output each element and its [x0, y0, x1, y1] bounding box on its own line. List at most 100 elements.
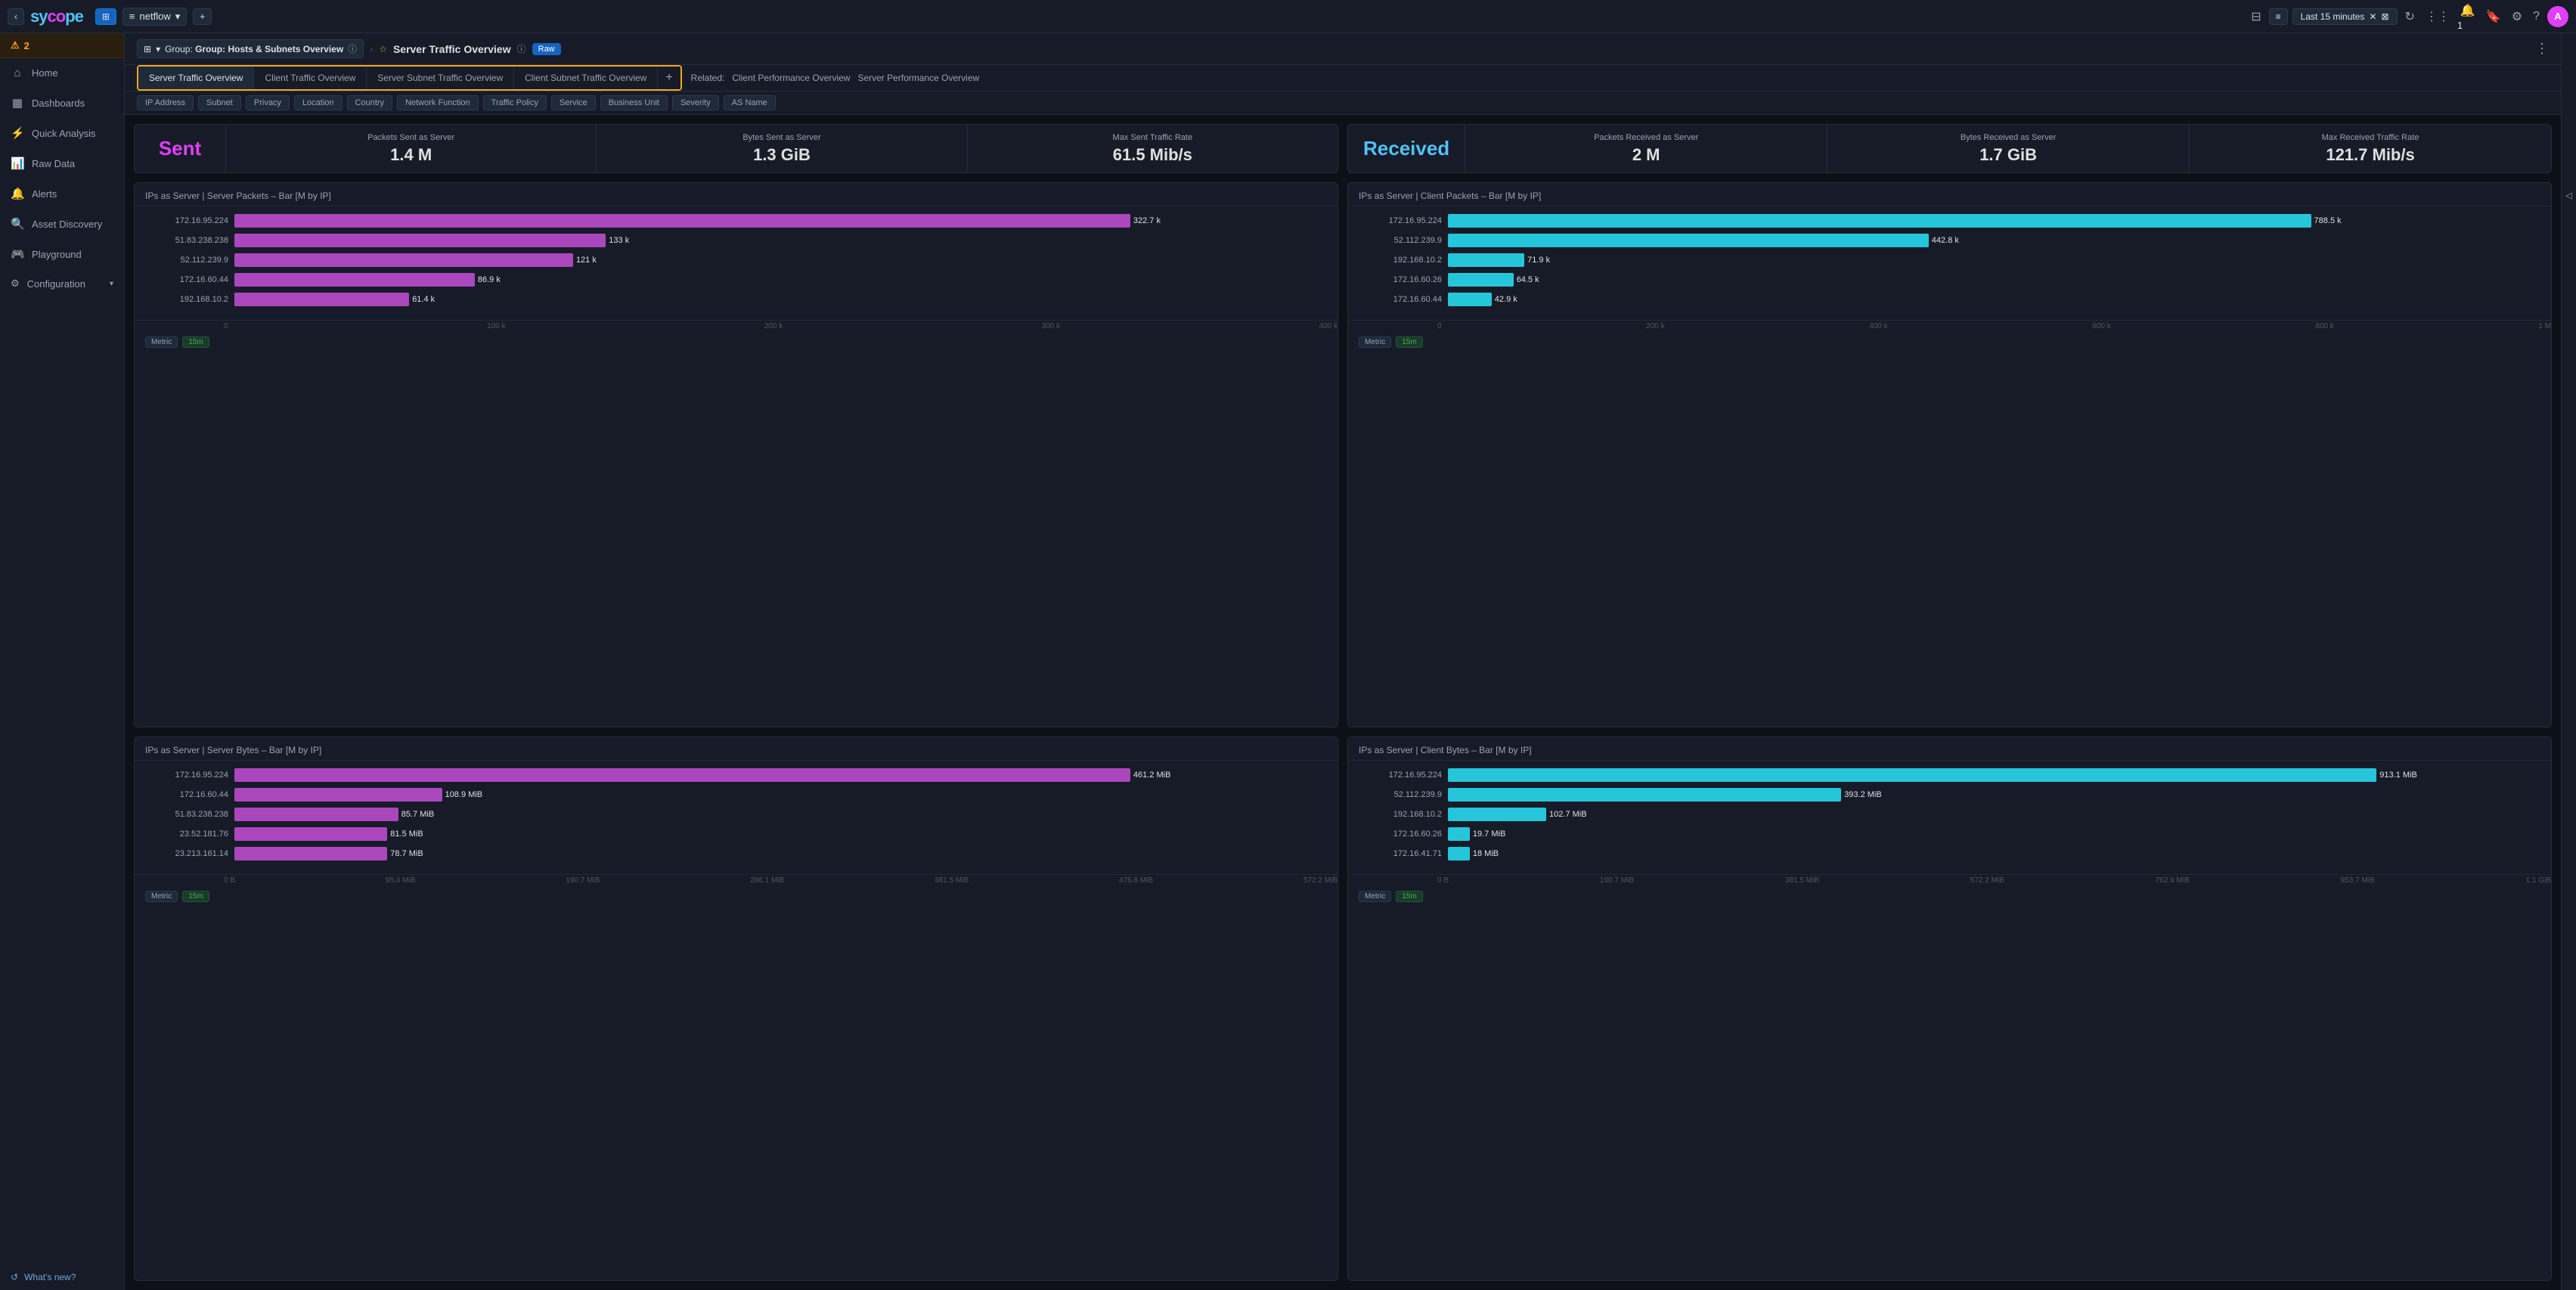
sidebar: ⚠ 2 ⌂ Home ▦ Dashboards ⚡ Quick Analysis… — [0, 33, 125, 1290]
tabs-row: Server Traffic Overview Client Traffic O… — [125, 65, 2561, 91]
related-client-perf[interactable]: Client Performance Overview — [732, 73, 850, 83]
server-bytes-title: IPs as Server | Server Bytes – Bar [M by… — [135, 737, 1338, 761]
chevron-icon: ▾ — [156, 44, 160, 54]
bar-row: 172.16.95.224788.5 k — [1359, 214, 2540, 228]
sidebar-item-home[interactable]: ⌂ Home — [0, 58, 124, 88]
axis-tick: 1 M — [2538, 322, 2551, 330]
bar-value-label: 85.7 MiB — [401, 810, 434, 819]
client-packets-panel: IPs as Server | Client Packets – Bar [M … — [1347, 182, 2552, 727]
bar-row: 172.16.95.224461.2 MiB — [145, 768, 1327, 782]
home-icon: ⌂ — [11, 67, 24, 79]
tab-client-subnet[interactable]: Client Subnet Traffic Overview — [514, 67, 658, 89]
server-packets-body: 172.16.95.224322.7 k51.83.238.238133 k52… — [135, 206, 1338, 317]
sidebar-item-playground[interactable]: 🎮 Playground — [0, 239, 124, 269]
axis-tick: 200 k — [764, 322, 783, 330]
bar-value-label: 19.7 MiB — [1473, 830, 1505, 839]
whats-new-button[interactable]: ↺ What's new? — [0, 1264, 124, 1290]
bar-fill: 71.9 k — [1448, 253, 1524, 267]
apps-button[interactable]: ⋮⋮ — [2423, 8, 2453, 26]
bar-value-label: 121 k — [576, 256, 597, 265]
filter-button[interactable]: ⊟ — [2248, 8, 2264, 26]
dashboard-icon: ⊞ — [102, 11, 110, 22]
bar-fill: 133 k — [234, 234, 606, 247]
filter-privacy[interactable]: Privacy — [246, 95, 290, 110]
time-filter[interactable]: Last 15 minutes ✕ ⊠ — [2292, 8, 2398, 25]
bar-row: 172.16.95.224322.7 k — [145, 214, 1327, 228]
filter-network-function[interactable]: Network Function — [397, 95, 479, 110]
bar-ip-label: 172.16.95.224 — [1359, 771, 1442, 780]
datasource-button[interactable]: ≡ — [2269, 8, 2288, 25]
filter-severity[interactable]: Severity — [672, 95, 719, 110]
bar-value-label: 102.7 MiB — [1549, 810, 1587, 819]
content-area: ⊞ ▾ Group: Group: Hosts & Subnets Overvi… — [125, 33, 2561, 1290]
server-bytes-footer: Metric 15m — [135, 888, 1338, 908]
right-sidebar-toggle[interactable]: ◁ — [2562, 185, 2575, 206]
filter-business-unit[interactable]: Business Unit — [600, 95, 668, 110]
avatar[interactable]: A — [2547, 6, 2568, 27]
tab-server-traffic[interactable]: Server Traffic Overview — [138, 67, 254, 89]
bar-ip-label: 172.16.60.26 — [1359, 830, 1442, 839]
bar-row: 172.16.41.7118 MiB — [1359, 847, 2540, 861]
bar-row: 172.16.60.2664.5 k — [1359, 273, 2540, 287]
chevron-down-icon: ▾ — [110, 280, 113, 288]
breadcrumb-group[interactable]: ⊞ ▾ Group: Group: Hosts & Subnets Overvi… — [137, 39, 364, 58]
client-bytes-axis: 0 B190.7 MiB381.5 MiB572.2 MiB762.9 MiB9… — [1348, 874, 2551, 888]
help-button[interactable]: ? — [2530, 8, 2543, 25]
sent-label: Sent — [135, 125, 225, 172]
server-packets-panel: IPs as Server | Server Packets – Bar [M … — [134, 182, 1338, 727]
top-header: ‹ sycope ⊞ ≡ netflow ▾ + ⊟ ≡ Last 15 min… — [0, 0, 2576, 33]
config-icon: ⚙ — [11, 278, 20, 290]
tab-client-traffic[interactable]: Client Traffic Overview — [254, 67, 367, 89]
sidebar-item-quick-analysis[interactable]: ⚡ Quick Analysis — [0, 118, 124, 148]
bell-button[interactable]: 🔔 — [2457, 2, 2478, 20]
server-bytes-panel: IPs as Server | Server Bytes – Bar [M by… — [134, 736, 1338, 1282]
bar-fill: 64.5 k — [1448, 273, 1514, 287]
bar-value-label: 86.9 k — [478, 275, 501, 284]
bar-row: 172.16.60.26 19.7 MiB — [1359, 827, 2540, 841]
sidebar-item-alerts[interactable]: 🔔 Alerts — [0, 178, 124, 209]
back-button[interactable]: ‹ — [8, 8, 24, 25]
bookmark-button[interactable]: 🔖 — [2483, 8, 2504, 26]
datasource-label: netflow — [140, 11, 171, 22]
sidebar-item-label: Dashboards — [32, 98, 85, 109]
bar-value-label: 42.9 k — [1495, 295, 1517, 304]
add-tab-button[interactable]: + — [658, 67, 680, 89]
bar-value-label: 18 MiB — [1473, 849, 1499, 858]
packets-received-stat: Packets Received as Server 2 M — [1465, 125, 1827, 172]
add-panel-button[interactable]: + — [193, 8, 212, 25]
bar-row: 172.16.60.44108.9 MiB — [145, 788, 1327, 802]
datasource-selector[interactable]: ≡ netflow ▾ — [122, 8, 187, 26]
received-stat-items: Packets Received as Server 2 M Bytes Rec… — [1465, 125, 2551, 172]
related-server-perf[interactable]: Server Performance Overview — [857, 73, 979, 83]
axis-tick: 400 k — [1869, 322, 1887, 330]
filter-ip-address[interactable]: IP Address — [137, 95, 194, 110]
tab-server-subnet[interactable]: Server Subnet Traffic Overview — [367, 67, 514, 89]
sidebar-item-configuration[interactable]: ⚙ Configuration ▾ — [0, 269, 124, 298]
filter-subnet[interactable]: Subnet — [198, 95, 241, 110]
filter-traffic-policy[interactable]: Traffic Policy — [483, 95, 547, 110]
sidebar-item-dashboards[interactable]: ▦ Dashboards — [0, 88, 124, 118]
bar-fill: 18 MiB — [1448, 847, 1470, 861]
bar-row: 23.52.181.7681.5 MiB — [145, 827, 1327, 841]
bar-track: 393.2 MiB — [1448, 788, 2540, 802]
sidebar-item-raw-data[interactable]: 📊 Raw Data — [0, 148, 124, 178]
filter-location[interactable]: Location — [294, 95, 343, 110]
sidebar-item-asset-discovery[interactable]: 🔍 Asset Discovery — [0, 209, 124, 239]
more-options-button[interactable]: ⋮ — [2535, 41, 2549, 57]
filter-country[interactable]: Country — [347, 95, 393, 110]
bar-fill: 121 k — [234, 253, 573, 267]
apps-button-wrap: ⋮⋮ — [2423, 8, 2453, 26]
filter-service[interactable]: Service — [551, 95, 596, 110]
filter-as-name[interactable]: AS Name — [724, 95, 776, 110]
whats-new-label: What's new? — [24, 1272, 76, 1282]
bar-track: 442.8 k — [1448, 234, 2540, 247]
dashboards-icon: ▦ — [11, 96, 24, 110]
sidebar-item-label: Asset Discovery — [32, 219, 102, 230]
settings-button[interactable]: ⚙ — [2509, 8, 2525, 26]
group-icon: ⊞ — [144, 44, 151, 54]
refresh-button[interactable]: ↻ — [2402, 8, 2418, 26]
bar-ip-label: 172.16.95.224 — [145, 216, 228, 225]
bar-track: 461.2 MiB — [234, 768, 1327, 782]
playground-icon: 🎮 — [11, 247, 24, 261]
dashboard-type-button[interactable]: ⊞ — [95, 8, 116, 25]
